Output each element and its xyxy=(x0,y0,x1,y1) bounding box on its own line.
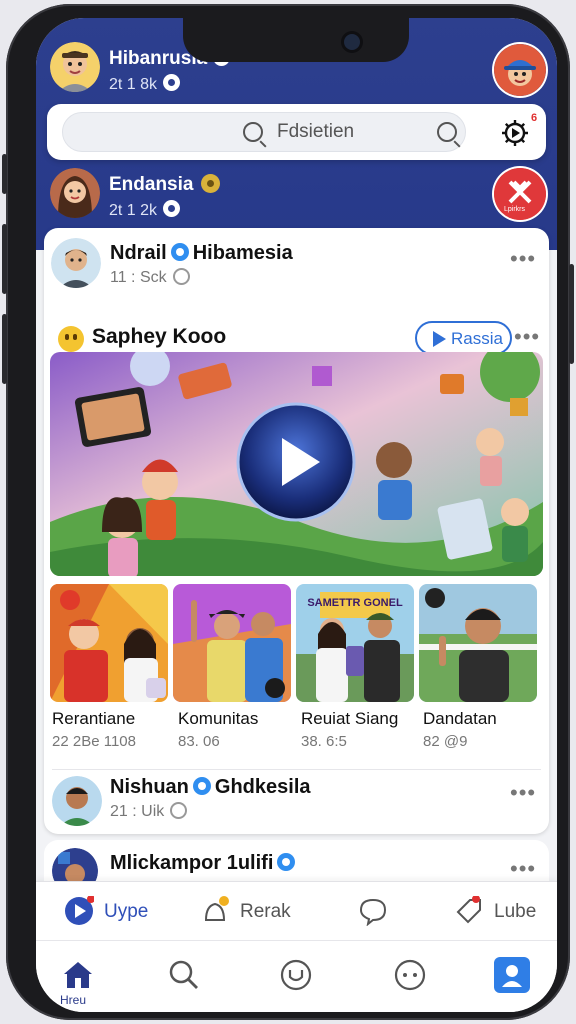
post2-meta: 21 : Uik xyxy=(110,802,188,821)
front-camera xyxy=(344,34,360,50)
verified-badge-icon xyxy=(277,853,296,871)
video-thumbnail[interactable] xyxy=(173,584,291,702)
feed-card: Ndrail Hibamesia 11 : Sck ••• Saphey Kooo… xyxy=(44,228,549,834)
chat-icon[interactable] xyxy=(392,957,428,993)
section-title: Saphey Kooo xyxy=(92,325,227,348)
divider xyxy=(52,769,541,770)
thumb-meta: 22 2Be 1108 xyxy=(52,733,136,750)
search-bar: Fdsietien 6 xyxy=(47,104,546,160)
video-thumbnail[interactable] xyxy=(419,584,537,702)
search-icon-right[interactable] xyxy=(437,122,457,142)
phone-screen: Hibanrusia 2t 1 8k Fdsietien 6 Endansia … xyxy=(36,18,557,1012)
volume-up-button xyxy=(2,224,7,294)
home-label: Hreu xyxy=(60,993,87,1007)
thumb-meta: 38. 6:5 xyxy=(301,733,347,750)
comment-icon xyxy=(172,268,190,285)
search-icon[interactable] xyxy=(243,122,263,142)
thumb-title[interactable]: Reuiat Siang xyxy=(301,709,398,729)
post-author-name[interactable]: Ndrail Hibamesia xyxy=(110,242,293,265)
thumb-title[interactable]: Dandatan xyxy=(423,709,497,729)
verified-badge-icon xyxy=(192,777,211,795)
post2-author-name[interactable]: Nishuan Ghdkesila xyxy=(110,776,311,799)
user-meta: 2t 1 8k xyxy=(109,74,181,94)
home-icon[interactable] xyxy=(60,957,96,993)
phone-frame: Hibanrusia 2t 1 8k Fdsietien 6 Endansia … xyxy=(2,4,574,1020)
user2-meta: 2t 1 2k xyxy=(109,200,181,220)
bottom-navigation: Hreu xyxy=(36,940,557,1012)
thumb-title[interactable]: Komunitas xyxy=(178,709,258,729)
brand-logo-icon[interactable]: Lpirkrs xyxy=(494,168,546,220)
power-button xyxy=(569,264,574,364)
verified-badge-icon xyxy=(170,243,189,261)
more-options-icon[interactable]: ••• xyxy=(514,324,540,350)
chat-bubble-icon xyxy=(359,898,387,926)
post2-author-avatar[interactable] xyxy=(52,776,102,826)
hero-video[interactable] xyxy=(50,352,543,576)
gold-badge-icon xyxy=(201,174,221,193)
more-options-icon[interactable]: ••• xyxy=(510,856,536,882)
video-thumbnail[interactable] xyxy=(50,584,168,702)
more-options-icon[interactable]: ••• xyxy=(510,246,536,272)
search-placeholder: Fdsietien xyxy=(277,121,355,142)
user-avatar[interactable] xyxy=(50,42,100,92)
tag-icon xyxy=(456,896,481,924)
user2-avatar[interactable] xyxy=(50,168,100,218)
play-button[interactable]: Rassia xyxy=(415,321,512,355)
volume-down-button xyxy=(2,314,7,384)
more-options-icon[interactable]: ••• xyxy=(510,780,536,806)
search-input[interactable]: Fdsietien xyxy=(62,112,466,152)
thumb-meta: 83. 06 xyxy=(178,733,220,750)
play-circle-icon xyxy=(65,896,94,925)
verified-badge-icon xyxy=(163,200,181,217)
post-meta: 11 : Sck xyxy=(110,268,190,287)
smiley-emoji-icon xyxy=(58,326,84,352)
gear-icon[interactable] xyxy=(500,118,530,148)
comment-icon xyxy=(170,802,188,819)
thumb-title[interactable]: Rerantiane xyxy=(52,709,135,729)
hero-illustration xyxy=(50,352,543,576)
notch xyxy=(183,18,409,62)
brand-logo-label: Lpirkrs xyxy=(504,206,526,213)
action-tab-bar: Uype Rerak Lube xyxy=(36,881,557,941)
profile-icon[interactable] xyxy=(494,957,530,993)
notification-dot: 6 xyxy=(531,112,538,124)
verified-badge-icon xyxy=(163,74,181,91)
play-triangle-icon xyxy=(433,331,446,347)
inbox-icon[interactable] xyxy=(278,957,314,993)
thumb-meta: 82 @9 xyxy=(423,733,468,750)
bell-icon xyxy=(204,896,229,921)
cartoon-avatar[interactable] xyxy=(494,44,546,96)
video-thumbnail[interactable]: SAMETTR GONEL xyxy=(296,584,414,702)
post-author-avatar[interactable] xyxy=(51,238,101,288)
search-icon[interactable] xyxy=(166,957,202,993)
thumb-overlay-text: SAMETTR GONEL xyxy=(307,597,403,609)
mute-switch xyxy=(2,154,7,194)
user2-name[interactable]: Endansia xyxy=(109,174,221,196)
post3-author-name[interactable]: Mlickampor 1ulifi xyxy=(110,852,299,875)
